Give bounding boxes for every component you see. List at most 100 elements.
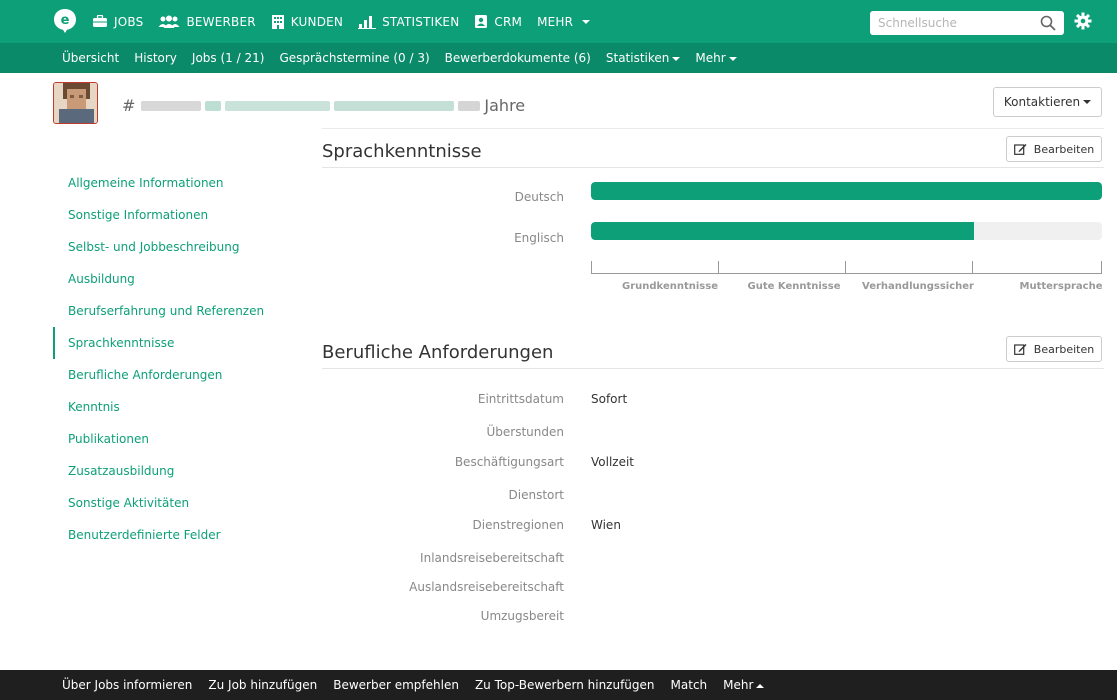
requirements-edit-label: Bearbeiten (1033, 342, 1095, 356)
footer-bewerber-empfehlen[interactable]: Bewerber empfehlen (333, 678, 459, 692)
top-navigation-bar: e JOBS BEWERBER KUNDEN STATISTIKEN CRM M… (0, 0, 1117, 43)
sidebar-item-benutzerdefinierte-felder[interactable]: Benutzerdefinierte Felder (53, 519, 303, 551)
caret-down-icon (672, 56, 681, 61)
language-level-fill (591, 222, 975, 240)
sidebar-item-berufserfahrung[interactable]: Berufserfahrung und Referenzen (53, 295, 303, 327)
redacted-text (334, 100, 455, 111)
scale-label-gute-kenntnisse: Gute Kenntnisse (747, 281, 841, 292)
req-label-beschaeftigungsart: Beschäftigungsart (454, 455, 564, 469)
req-label-dienstort: Dienstort (508, 488, 565, 502)
sidebar-item-sonstige-aktivitaeten[interactable]: Sonstige Aktivitäten (53, 487, 303, 519)
sidebar-item-berufliche-anforderungen[interactable]: Berufliche Anforderungen (53, 359, 303, 391)
footer-ueber-jobs-informieren[interactable]: Über Jobs informieren (62, 678, 192, 692)
contact-button[interactable]: Kontaktieren (993, 87, 1102, 117)
subnav-uebersicht[interactable]: Übersicht (62, 51, 119, 65)
subnav-mehr-label: Mehr (695, 51, 726, 65)
subnav-statistiken-dropdown[interactable]: Statistiken (606, 51, 681, 65)
scale-tick (718, 261, 719, 273)
requirements-edit-button[interactable]: Bearbeiten (1006, 336, 1102, 362)
sidebar-item-selbst-und-jobbeschreibung[interactable]: Selbst- und Jobbeschreibung (53, 231, 303, 263)
redacted-text (205, 100, 222, 111)
section-divider (322, 368, 1104, 369)
sub-navigation-bar: Übersicht History Jobs (1 / 21) Gespräch… (0, 43, 1117, 73)
search-icon[interactable] (1040, 15, 1056, 31)
language-level-scale (591, 261, 1102, 274)
section-divider (322, 167, 1104, 168)
languages-edit-button[interactable]: Bearbeiten (1006, 136, 1102, 162)
candidate-header: # Jahre Kontaktieren (0, 73, 1117, 129)
redacted-text (225, 100, 331, 111)
caret-down-icon (582, 19, 591, 24)
sidebar-item-ausbildung[interactable]: Ausbildung (53, 263, 303, 295)
caret-down-icon (728, 56, 737, 61)
scale-tick (591, 261, 592, 273)
svg-text:e: e (61, 13, 70, 28)
avatar-photo (54, 83, 97, 123)
contact-card-icon (475, 15, 488, 28)
gear-icon[interactable] (1074, 12, 1092, 30)
candidate-hash: # (122, 96, 136, 115)
nav-bewerber[interactable]: BEWERBER (158, 15, 256, 29)
subnav-gespraechstermine[interactable]: Gesprächstermine (0 / 3) (279, 51, 429, 65)
footer-match[interactable]: Match (671, 678, 708, 692)
caret-up-icon (756, 683, 765, 688)
briefcase-icon (93, 15, 107, 27)
divider (322, 128, 1104, 129)
candidate-menu: Übersicht History Jobs (1 / 21) Gespräch… (62, 43, 737, 73)
nav-kunden[interactable]: KUNDEN (271, 14, 343, 29)
language-bar-englisch (591, 222, 1102, 240)
scale-tick (845, 261, 846, 273)
language-name-englisch: Englisch (514, 231, 564, 245)
req-label-eintrittsdatum: Eintrittsdatum (477, 392, 564, 406)
footer-zu-top-bewerbern[interactable]: Zu Top-Bewerbern hinzufügen (475, 678, 655, 692)
req-label-auslandsreisebereitschaft: Auslandsreisebereitschaft (409, 580, 564, 594)
language-name-deutsch: Deutsch (514, 190, 564, 204)
contact-button-label: Kontaktieren (1003, 95, 1081, 109)
section-sidebar: Allgemeine Informationen Sonstige Inform… (53, 167, 303, 551)
nav-jobs-label: JOBS (114, 14, 144, 29)
subnav-mehr-dropdown[interactable]: Mehr (695, 51, 737, 65)
subnav-bewerberdokumente[interactable]: Bewerberdokumente (6) (445, 51, 591, 65)
req-label-umzugsbereit: Umzugsbereit (480, 609, 564, 623)
scale-tick (972, 261, 973, 273)
candidate-name: # Jahre (122, 96, 525, 115)
sidebar-item-zusatzausbildung[interactable]: Zusatzausbildung (53, 455, 303, 487)
nav-jobs[interactable]: JOBS (92, 15, 143, 29)
nav-crm[interactable]: CRM (474, 14, 522, 29)
quick-search (870, 11, 1064, 35)
users-icon (158, 15, 180, 28)
subnav-statistiken-label: Statistiken (605, 51, 670, 65)
redacted-text (141, 100, 202, 111)
sidebar-item-publikationen[interactable]: Publikationen (53, 423, 303, 455)
nav-mehr-dropdown[interactable]: MEHR (537, 14, 591, 29)
nav-statistiken[interactable]: STATISTIKEN (358, 15, 459, 29)
main-menu: JOBS BEWERBER KUNDEN STATISTIKEN CRM MEH… (92, 0, 591, 43)
candidate-age-suffix: Jahre (484, 96, 526, 115)
sidebar-item-kenntnis[interactable]: Kenntnis (53, 391, 303, 423)
edit-icon (1013, 144, 1027, 155)
search-input[interactable] (870, 11, 1020, 35)
nav-mehr-label: MEHR (537, 14, 574, 29)
avatar[interactable] (53, 82, 98, 124)
footer-zu-job-hinzufuegen[interactable]: Zu Job hinzufügen (208, 678, 317, 692)
footer-mehr-dropdown[interactable]: Mehr (723, 678, 765, 692)
subnav-history[interactable]: History (134, 51, 177, 65)
req-value-beschaeftigungsart: Vollzeit (591, 455, 635, 469)
sidebar-item-sonstige-informationen[interactable]: Sonstige Informationen (53, 199, 303, 231)
req-value-dienstregionen: Wien (591, 518, 621, 532)
scale-label-grundkenntnisse: Grundkenntnisse (622, 281, 718, 292)
req-label-dienstregionen: Dienstregionen (472, 518, 564, 532)
e-logo-icon[interactable]: e (53, 8, 77, 34)
sidebar-item-allgemeine-informationen[interactable]: Allgemeine Informationen (53, 167, 303, 199)
footer-mehr-label: Mehr (723, 678, 754, 692)
sidebar-item-sprachkenntnisse[interactable]: Sprachkenntnisse (53, 327, 303, 359)
req-label-ueberstunden: Überstunden (486, 425, 565, 439)
requirements-section-title: Berufliche Anforderungen (322, 342, 554, 363)
footer-action-bar: Über Jobs informieren Zu Job hinzufügen … (0, 670, 1117, 700)
scale-label-muttersprache: Muttersprache (1019, 281, 1103, 292)
scale-label-verhandlungssicher: Verhandlungssicher (862, 281, 974, 292)
subnav-jobs[interactable]: Jobs (1 / 21) (192, 51, 265, 65)
req-label-inlandsreisebereitschaft: Inlandsreisebereitschaft (420, 551, 564, 565)
language-level-fill (591, 182, 1102, 200)
nav-kunden-label: KUNDEN (290, 14, 344, 29)
